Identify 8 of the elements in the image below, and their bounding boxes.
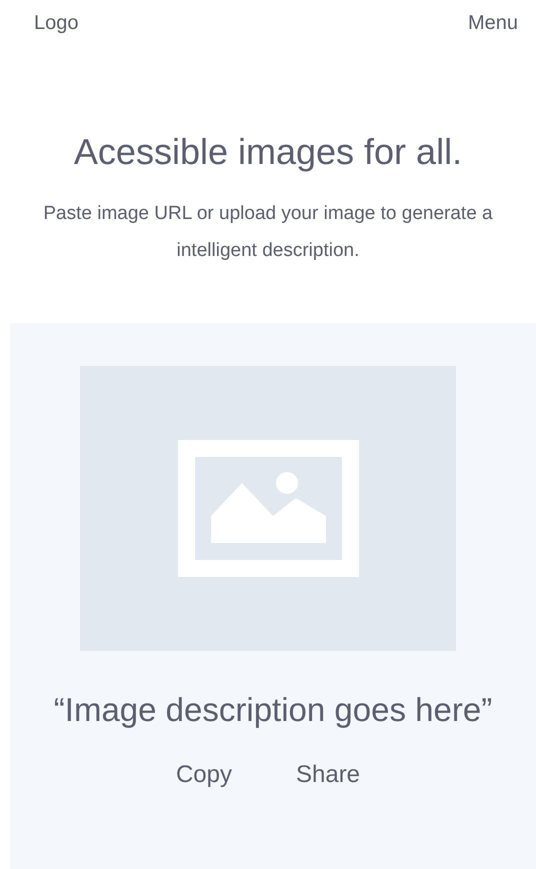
subtitle: Paste image URL or upload your image to generate a intelligent description. bbox=[42, 202, 494, 263]
image-icon bbox=[178, 440, 358, 577]
page-title: Acessible images for all. bbox=[72, 131, 464, 173]
menu-link[interactable]: Menu bbox=[468, 12, 518, 35]
logo[interactable]: Logo bbox=[34, 12, 78, 35]
image-description: “Image description goes here” bbox=[54, 691, 492, 729]
action-button[interactable]: Share bbox=[284, 757, 372, 793]
action-button[interactable]: Copy bbox=[164, 757, 244, 793]
